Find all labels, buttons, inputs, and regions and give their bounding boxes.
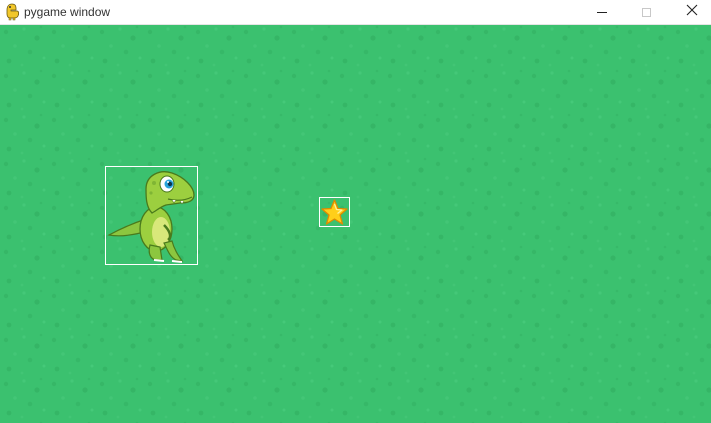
maximize-icon	[642, 7, 651, 17]
python-icon	[4, 3, 20, 21]
maximize-button[interactable]	[624, 0, 669, 24]
window-title: pygame window	[24, 5, 111, 19]
minimize-icon	[596, 11, 607, 13]
pygame-window: pygame window	[0, 0, 711, 423]
star-icon	[319, 197, 350, 227]
game-canvas[interactable]	[0, 25, 711, 423]
dinosaur-sprite	[105, 166, 198, 265]
close-button[interactable]	[669, 0, 711, 24]
title-bar[interactable]: pygame window	[0, 0, 711, 25]
minimize-button[interactable]	[579, 0, 624, 24]
close-icon	[686, 3, 698, 21]
